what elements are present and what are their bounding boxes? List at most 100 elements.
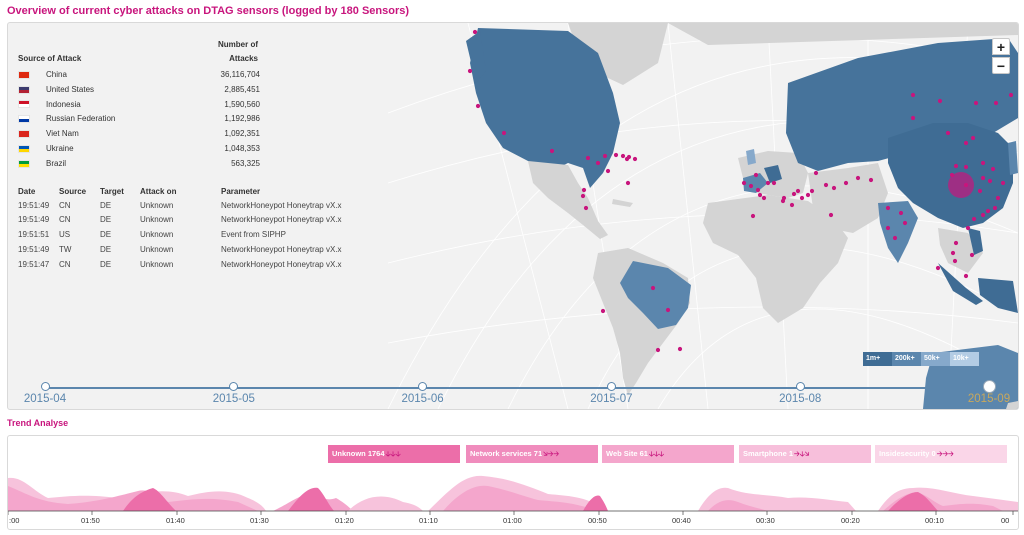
attack-point[interactable] (952, 258, 958, 264)
attack-point[interactable] (980, 212, 986, 218)
attack-point[interactable] (950, 250, 956, 256)
attack-point[interactable] (910, 92, 916, 98)
attack-hotspot[interactable] (948, 172, 974, 198)
attack-point[interactable] (969, 252, 975, 258)
attack-point[interactable] (868, 177, 874, 183)
attack-point[interactable] (501, 130, 507, 136)
timeline-month-label[interactable]: 2015-09 (959, 393, 1018, 405)
timeline-month-label[interactable]: 2015-06 (393, 393, 453, 405)
attack-point[interactable] (828, 212, 834, 218)
attack-point[interactable] (953, 163, 959, 169)
timeline-track[interactable] (45, 387, 989, 389)
attack-point[interactable] (475, 103, 481, 109)
trend-x-tick-label: 00 (1001, 516, 1010, 525)
attack-point[interactable] (602, 153, 608, 159)
attack-point[interactable] (971, 216, 977, 222)
timeline-marker[interactable] (982, 380, 996, 393)
source-attack-count: 1,092,351 (224, 129, 260, 139)
attack-point[interactable] (935, 265, 941, 271)
attack-point[interactable] (632, 156, 638, 162)
attack-point[interactable] (620, 153, 626, 159)
attack-point[interactable] (963, 273, 969, 279)
attack-point[interactable] (910, 115, 916, 121)
timeline-marker[interactable] (795, 382, 805, 391)
attack-point[interactable] (650, 285, 656, 291)
attack-point[interactable] (605, 168, 611, 174)
attack-point[interactable] (993, 100, 999, 106)
attack-point[interactable] (902, 220, 908, 226)
attack-point[interactable] (970, 135, 976, 141)
attack-point[interactable] (805, 192, 811, 198)
attack-point[interactable] (741, 180, 747, 186)
attack-point[interactable] (595, 160, 601, 166)
attack-point[interactable] (665, 307, 671, 313)
timeline-marker[interactable] (606, 382, 616, 391)
attack-point[interactable] (677, 346, 683, 352)
attack-point[interactable] (472, 29, 478, 35)
timeline-month-label[interactable]: 2015-08 (770, 393, 830, 405)
attack-point[interactable] (750, 213, 756, 219)
attack-point[interactable] (761, 195, 767, 201)
attack-point[interactable] (585, 155, 591, 161)
attack-point[interactable] (765, 180, 771, 186)
timeline-month-label[interactable]: 2015-07 (581, 393, 641, 405)
attack-point[interactable] (795, 188, 801, 194)
attack-point[interactable] (937, 98, 943, 104)
attack-point[interactable] (791, 191, 797, 197)
attack-point[interactable] (963, 140, 969, 146)
attack-point[interactable] (748, 183, 754, 189)
attack-point[interactable] (965, 225, 971, 231)
attack-point[interactable] (780, 198, 786, 204)
attack-point[interactable] (655, 347, 661, 353)
attack-map-panel[interactable]: Source of Attack Number of Attacks China… (7, 22, 1019, 410)
attack-point[interactable] (1000, 180, 1006, 186)
attack-point[interactable] (757, 192, 763, 198)
attack-point[interactable] (625, 180, 631, 186)
attack-point[interactable] (580, 193, 586, 199)
log-cell-date: 19:51:47 (18, 259, 50, 269)
attack-point[interactable] (600, 308, 606, 314)
attack-point[interactable] (987, 178, 993, 184)
map-legend: 1m+ 200k+ 50k+ 10k+ (863, 352, 979, 366)
attack-point[interactable] (581, 187, 587, 193)
attack-point[interactable] (771, 180, 777, 186)
attack-point[interactable] (467, 68, 473, 74)
attack-point[interactable] (809, 188, 815, 194)
attack-point[interactable] (963, 164, 969, 170)
attack-point[interactable] (945, 130, 951, 136)
attack-point[interactable] (753, 172, 759, 178)
attack-point[interactable] (992, 205, 998, 211)
attack-point[interactable] (855, 175, 861, 181)
attack-point[interactable] (755, 187, 761, 193)
attack-point[interactable] (885, 205, 891, 211)
attack-point[interactable] (799, 195, 805, 201)
attack-point[interactable] (977, 188, 983, 194)
attack-point[interactable] (973, 100, 979, 106)
attack-point[interactable] (995, 195, 1001, 201)
attack-point[interactable] (613, 152, 619, 158)
attack-point[interactable] (898, 210, 904, 216)
zoom-out-button[interactable]: − (992, 57, 1010, 74)
attack-point[interactable] (985, 208, 991, 214)
zoom-in-button[interactable]: + (992, 38, 1010, 55)
attack-point[interactable] (990, 166, 996, 172)
attack-point[interactable] (953, 240, 959, 246)
col-source-code-header: Source (59, 186, 87, 196)
attack-point[interactable] (980, 160, 986, 166)
timeline-marker[interactable] (40, 382, 50, 391)
attack-point[interactable] (1008, 92, 1014, 98)
attack-point[interactable] (624, 156, 630, 162)
attack-point[interactable] (892, 235, 898, 241)
attack-point[interactable] (583, 205, 589, 211)
attack-point[interactable] (549, 148, 555, 154)
attack-point[interactable] (823, 182, 829, 188)
timeline-month-label[interactable]: 2015-05 (204, 393, 264, 405)
attack-point[interactable] (831, 185, 837, 191)
attack-point[interactable] (980, 175, 986, 181)
timeline-month-label[interactable]: 2015-04 (15, 393, 75, 405)
col-attacks-header: Number of Attacks (218, 40, 258, 63)
attack-point[interactable] (843, 180, 849, 186)
attack-point[interactable] (789, 202, 795, 208)
attack-point[interactable] (813, 170, 819, 176)
attack-point[interactable] (885, 225, 891, 231)
